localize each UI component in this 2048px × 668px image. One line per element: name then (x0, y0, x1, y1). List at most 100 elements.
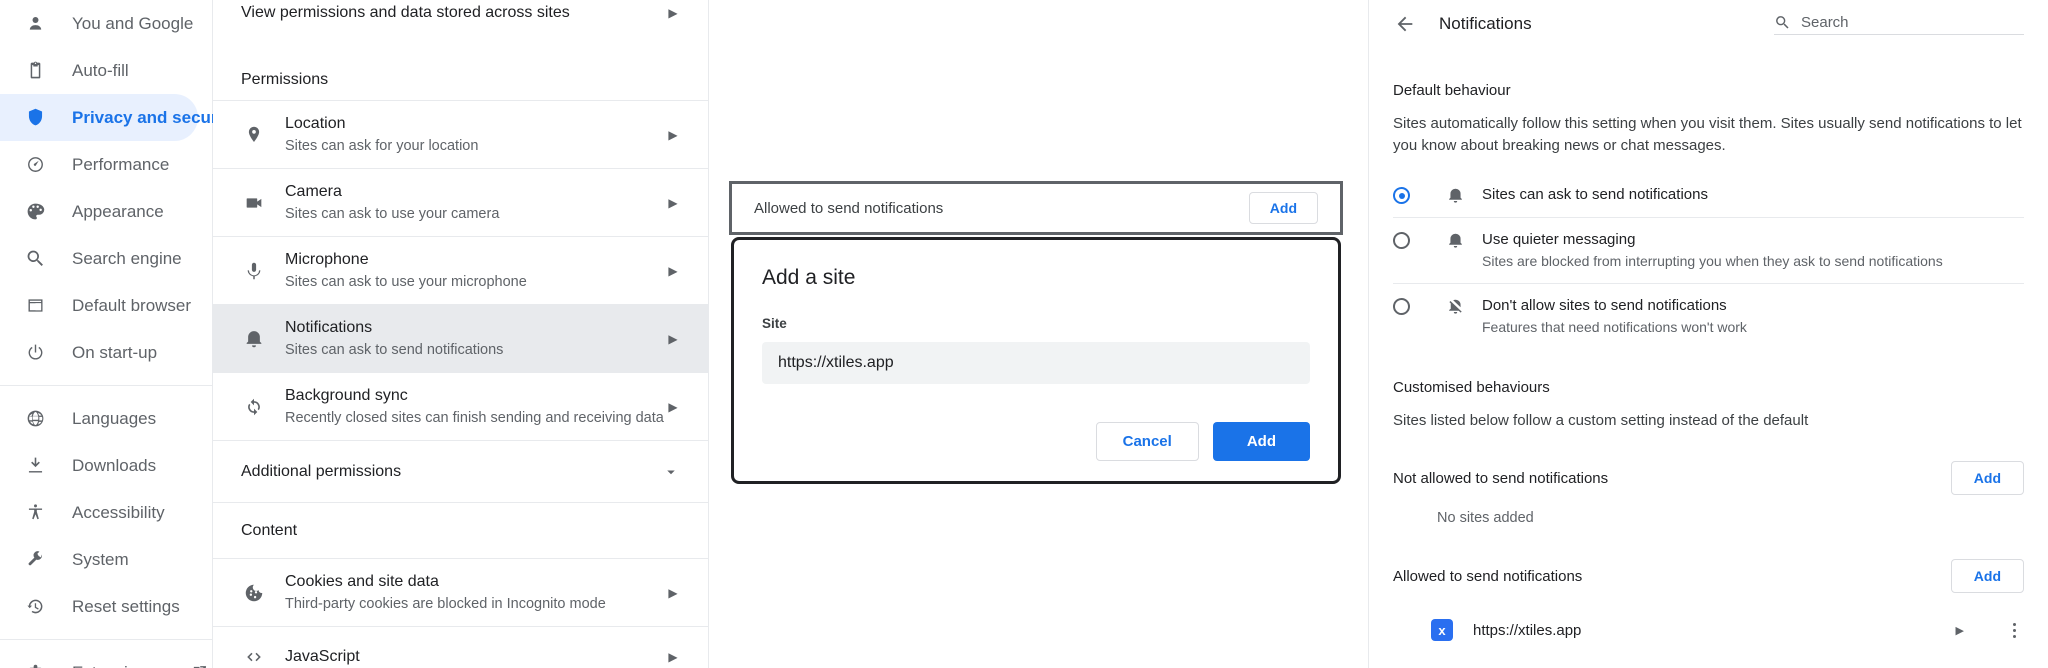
search-input[interactable] (1801, 13, 2024, 31)
sidebar-item-languages[interactable]: Languages (0, 395, 198, 442)
sidebar-item-label: Accessibility (72, 502, 165, 522)
default-behaviour-description: Sites automatically follow this setting … (1393, 115, 2022, 154)
bell-icon (241, 328, 267, 350)
chevron-right-icon: ▶ (668, 195, 678, 210)
arrow-left-icon[interactable] (1393, 12, 1417, 36)
settings-sidebar: You and Google Auto-fill Privacy and sec… (0, 0, 237, 668)
chevron-right-icon: ▶ (668, 399, 678, 414)
add-allowed-site-button[interactable]: Add (1950, 559, 2024, 593)
permission-row-microphone[interactable]: Microphone Sites can ask to use your mic… (213, 236, 708, 304)
sidebar-item-performance[interactable]: Performance (0, 141, 198, 188)
site-settings-top-label: View permissions and data stored across … (241, 4, 570, 21)
person-icon (24, 13, 46, 35)
speedometer-icon (24, 154, 46, 176)
site-settings-top-row[interactable]: View permissions and data stored across … (213, 0, 708, 26)
sidebar-item-privacy-and-security[interactable]: Privacy and security (0, 94, 237, 141)
permission-row-camera[interactable]: Camera Sites can ask to use your camera … (213, 168, 708, 236)
privacy-settings-column: View permissions and data stored across … (213, 0, 709, 668)
bell-off-icon (1444, 297, 1466, 316)
no-sites-added-text: No sites added (1437, 510, 1534, 526)
microphone-icon (241, 260, 267, 282)
focus-bar-label: Allowed to send notifications (754, 199, 944, 217)
cookie-icon (241, 582, 267, 604)
radio-indicator[interactable] (1393, 232, 1410, 249)
bell-icon (1444, 231, 1466, 250)
radio-indicator[interactable] (1393, 187, 1410, 204)
site-url: https://xtiles.app (1473, 621, 1582, 639)
browser-window-icon (24, 295, 46, 317)
permission-title: Background sync (285, 387, 408, 404)
sidebar-item-label: Languages (72, 408, 157, 428)
location-pin-icon (241, 124, 267, 146)
sidebar-item-label: System (72, 549, 129, 569)
chevron-right-icon: ▶ (668, 649, 678, 664)
sidebar-item-extensions[interactable]: Extensions (0, 649, 207, 668)
search-icon (24, 248, 46, 270)
radio-option-sites-can-ask[interactable]: Sites can ask to send notifications (1393, 173, 2024, 217)
add-button[interactable]: Add (1212, 422, 1310, 461)
sidebar-item-auto-fill[interactable]: Auto-fill (0, 47, 198, 94)
additional-permissions-row[interactable]: Additional permissions (213, 440, 708, 502)
sidebar-item-appearance[interactable]: Appearance (0, 188, 198, 235)
sidebar-item-reset-settings[interactable]: Reset settings (0, 583, 198, 630)
radio-option-dont-allow[interactable]: Don't allow sites to send notifications … (1393, 283, 2024, 349)
permission-row-location[interactable]: Location Sites can ask for your location… (213, 100, 708, 168)
chevron-right-icon: ▶ (668, 263, 678, 278)
sidebar-item-system[interactable]: System (0, 536, 198, 583)
default-behaviour-options: Sites can ask to send notifications Use … (1393, 173, 2024, 349)
default-behaviour-label: Default behaviour (1393, 82, 1511, 99)
content-title: Cookies and site data (285, 573, 439, 590)
notifications-header: Notifications (1393, 0, 2024, 48)
permission-text: Background sync Recently closed sites ca… (285, 385, 666, 428)
sidebar-item-label: Appearance (72, 201, 164, 221)
permission-row-notifications[interactable]: Notifications Sites can ask to send noti… (213, 304, 708, 372)
sidebar-item-search-engine[interactable]: Search engine (0, 235, 198, 282)
sidebar-item-accessibility[interactable]: Accessibility (0, 489, 198, 536)
sidebar-item-label: Extensions (72, 663, 155, 668)
sidebar-item-downloads[interactable]: Downloads (0, 442, 198, 489)
content-row-javascript[interactable]: JavaScript ▶ (213, 626, 708, 668)
more-options-icon[interactable] (2004, 622, 2024, 638)
sidebar-item-on-start-up[interactable]: On start-up (0, 329, 198, 376)
permission-subtitle: Recently closed sites can finish sending… (285, 410, 664, 426)
permission-subtitle: Sites can ask to send notifications (285, 342, 504, 358)
bell-icon (1444, 186, 1466, 205)
sidebar-item-label: Downloads (72, 455, 157, 475)
site-input[interactable] (762, 342, 1310, 384)
permission-row-background-sync[interactable]: Background sync Recently closed sites ca… (213, 372, 708, 440)
notifications-detail-panel: Notifications Default behaviour Sites au… (1368, 0, 2048, 668)
customised-behaviours-description: Sites listed below follow a custom setti… (1393, 412, 1809, 429)
add-not-allowed-site-button[interactable]: Add (1950, 461, 2024, 495)
content-heading: Content (213, 502, 708, 558)
additional-permissions-label: Additional permissions (241, 462, 402, 480)
clipboard-icon (24, 60, 46, 82)
content-subtitle: Third-party cookies are blocked in Incog… (285, 596, 606, 612)
settings-page: You and Google Auto-fill Privacy and sec… (0, 0, 2048, 668)
content-row-cookies[interactable]: Cookies and site data Third-party cookie… (213, 558, 708, 626)
cancel-button[interactable]: Cancel (1095, 422, 1199, 461)
focus-bar-add-button[interactable]: Add (1248, 192, 1318, 224)
sidebar-item-label: Default browser (72, 295, 192, 315)
sidebar-item-default-browser[interactable]: Default browser (0, 282, 198, 329)
not-allowed-label: Not allowed to send notifications (1393, 469, 1609, 487)
wrench-icon (24, 549, 46, 571)
sidebar-item-you-and-google[interactable]: You and Google (0, 0, 198, 47)
download-icon (24, 455, 46, 477)
sidebar-item-label: You and Google (72, 13, 194, 33)
chevron-right-icon[interactable]: ▶ (1956, 624, 1964, 637)
power-icon (24, 342, 46, 364)
code-icon (241, 646, 267, 668)
radio-indicator[interactable] (1393, 298, 1410, 315)
history-restore-icon (24, 596, 46, 618)
radio-option-quieter-messaging[interactable]: Use quieter messaging Sites are blocked … (1393, 217, 2024, 283)
sidebar-divider-2 (0, 639, 212, 640)
accessibility-icon (24, 502, 46, 524)
allowed-section-head: Allowed to send notifications Add (1393, 556, 2024, 596)
globe-icon (24, 408, 46, 430)
permissions-heading: Permissions (241, 71, 329, 88)
search-box[interactable] (1774, 13, 2024, 35)
permission-title: Camera (285, 183, 342, 200)
permission-title: Microphone (285, 251, 369, 268)
list-item[interactable]: x https://xtiles.app ▶ (1393, 604, 2024, 656)
site-field-label: Site (762, 316, 787, 331)
